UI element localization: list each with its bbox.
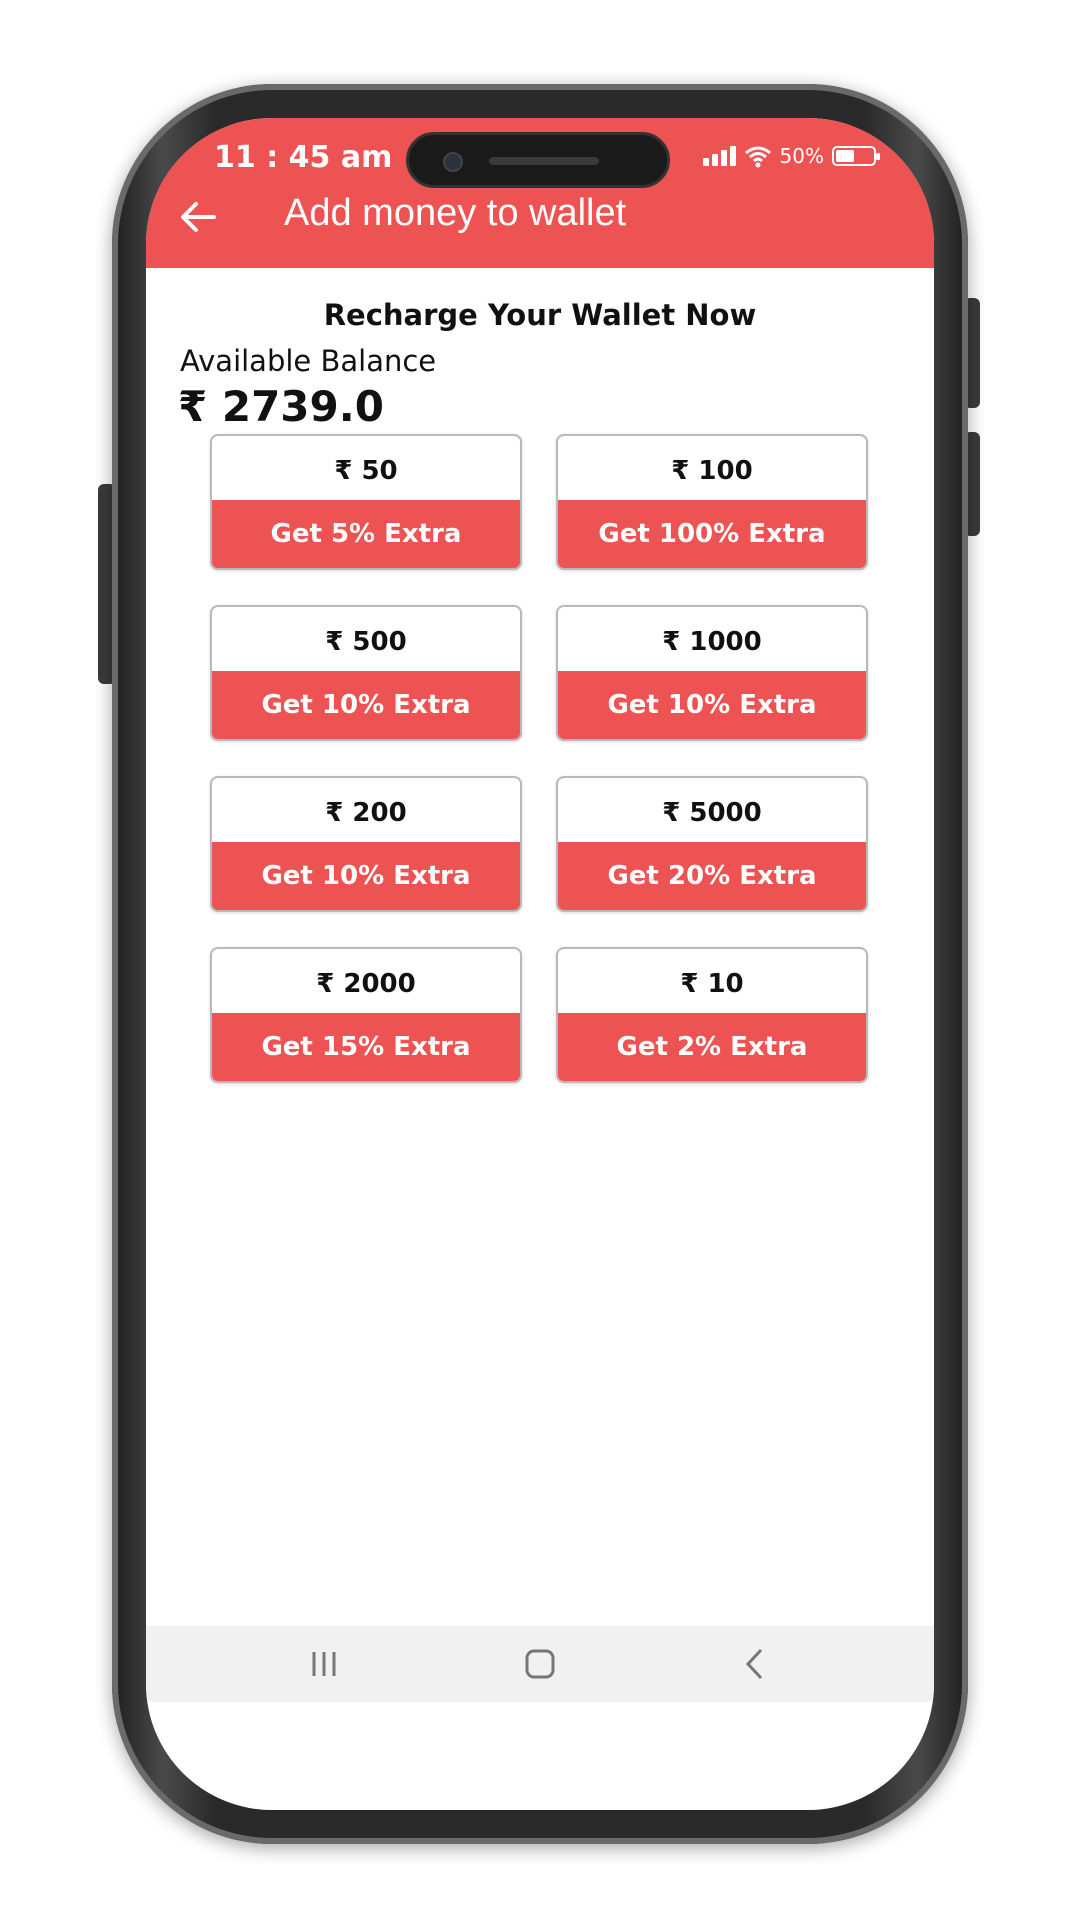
signal-icon [702, 146, 736, 166]
pack-offer: Get 10% Extra [212, 671, 520, 739]
back-icon[interactable] [736, 1644, 776, 1684]
pack-offer: Get 2% Extra [558, 1013, 866, 1081]
pack-offer: Get 20% Extra [558, 842, 866, 910]
pack-amount: ₹ 500 [325, 627, 407, 657]
pack-amount: ₹ 2000 [316, 969, 416, 999]
battery-percent: 50% [779, 144, 824, 168]
camera-notch [406, 132, 670, 188]
back-arrow-icon[interactable] [178, 200, 218, 234]
recharge-pack-card[interactable]: ₹ 2000 Get 15% Extra [210, 947, 522, 1083]
status-time: 11 : 45 am [214, 140, 393, 175]
phone-screen: 11 : 45 am 50% Add money to wallet Recha… [146, 118, 934, 1810]
recent-apps-icon[interactable] [304, 1644, 344, 1684]
pack-amount: ₹ 200 [325, 798, 407, 828]
pack-offer: Get 5% Extra [212, 500, 520, 568]
pack-amount: ₹ 1000 [662, 627, 762, 657]
app-bar: 11 : 45 am 50% Add money to wallet [146, 118, 934, 268]
page-title: Add money to wallet [284, 192, 627, 234]
recharge-pack-card[interactable]: ₹ 500 Get 10% Extra [210, 605, 522, 741]
recharge-pack-card[interactable]: ₹ 1000 Get 10% Extra [556, 605, 868, 741]
recharge-pack-card[interactable]: ₹ 50 Get 5% Extra [210, 434, 522, 570]
camera-icon [443, 152, 463, 172]
home-icon[interactable] [520, 1644, 560, 1684]
battery-fill [836, 150, 854, 162]
balance-value: ₹ 2739.0 [178, 382, 384, 431]
status-icons: 50% [702, 144, 880, 168]
pack-offer: Get 10% Extra [212, 842, 520, 910]
battery-icon [832, 146, 880, 166]
recharge-pack-card[interactable]: ₹ 10 Get 2% Extra [556, 947, 868, 1083]
system-nav-bar [146, 1626, 934, 1702]
balance-label: Available Balance [180, 344, 437, 378]
pack-amount: ₹ 100 [671, 456, 753, 486]
pack-amount: ₹ 10 [680, 969, 744, 999]
pack-offer: Get 10% Extra [558, 671, 866, 739]
speaker-grille [489, 157, 599, 165]
recharge-pack-card[interactable]: ₹ 100 Get 100% Extra [556, 434, 868, 570]
pack-offer: Get 100% Extra [558, 500, 866, 568]
recharge-heading: Recharge Your Wallet Now [323, 298, 757, 332]
recharge-pack-card[interactable]: ₹ 5000 Get 20% Extra [556, 776, 868, 912]
pack-offer: Get 15% Extra [212, 1013, 520, 1081]
pack-amount: ₹ 50 [334, 456, 398, 486]
recharge-pack-card[interactable]: ₹ 200 Get 10% Extra [210, 776, 522, 912]
wifi-icon [744, 146, 771, 168]
pack-amount: ₹ 5000 [662, 798, 762, 828]
